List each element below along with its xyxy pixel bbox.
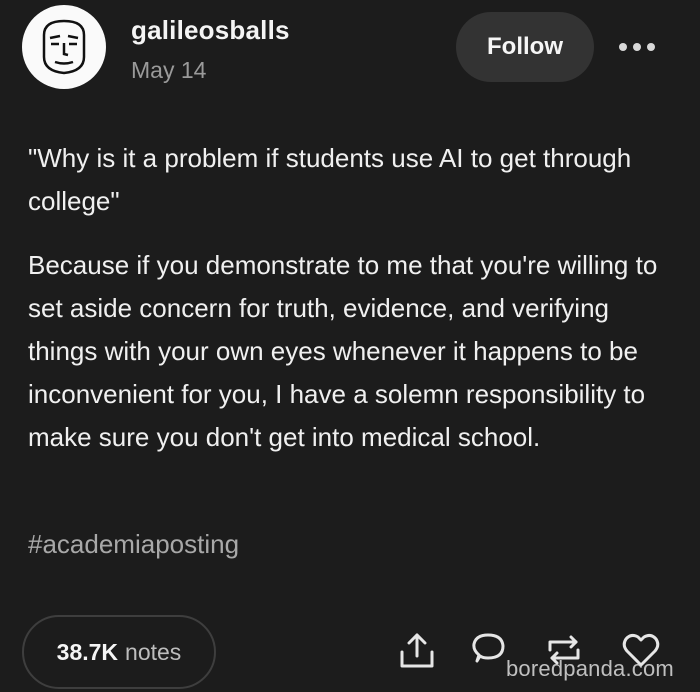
- more-options-button[interactable]: [612, 30, 662, 64]
- notes-count: 38.7K: [56, 638, 119, 665]
- quoted-question: "Why is it a problem if students use AI …: [28, 143, 632, 216]
- reply-icon: [472, 633, 505, 663]
- avatar-face-icon: [24, 7, 104, 87]
- reply-button[interactable]: [468, 630, 508, 670]
- watermark: boredpanda.com: [506, 656, 674, 681]
- follow-button[interactable]: Follow: [456, 12, 594, 82]
- post-card: galileosballs May 14 Follow "Why is it a…: [0, 0, 700, 692]
- ellipsis-icon: [619, 43, 655, 51]
- post-date: May 14: [131, 57, 207, 83]
- hashtag-link[interactable]: #academiaposting: [28, 529, 239, 560]
- post-body: Because if you demonstrate to me that yo…: [28, 250, 658, 452]
- avatar[interactable]: [22, 5, 106, 89]
- share-icon: [400, 633, 434, 668]
- username[interactable]: galileosballs: [131, 15, 290, 46]
- notes-label: notes: [125, 638, 182, 665]
- notes-button[interactable]: 38.7K notes: [22, 615, 216, 689]
- share-button[interactable]: [397, 630, 437, 670]
